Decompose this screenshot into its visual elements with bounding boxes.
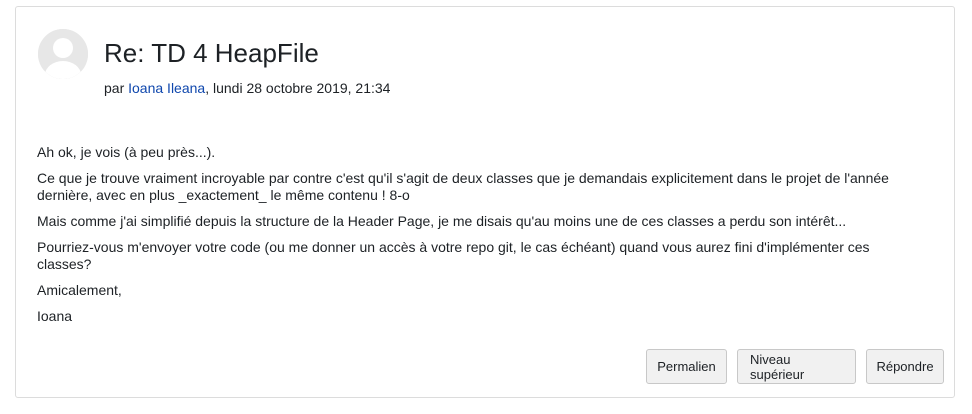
author-link[interactable]: Ioana Ileana xyxy=(128,80,205,96)
post-paragraph: Ioana xyxy=(37,308,73,324)
post-paragraph: Ah ok, je vois (à peu près...). xyxy=(37,144,216,160)
user-avatar-icon[interactable] xyxy=(38,29,88,79)
post-paragraph: Pourriez-vous m'envoyer votre code (ou m… xyxy=(37,239,870,272)
post-content: Ah ok, je vois (à peu près...). Ce que j… xyxy=(37,144,927,334)
forum-post: Re: TD 4 HeapFile par Ioana Ileana, lund… xyxy=(15,6,955,398)
post-date: , lundi 28 octobre 2019, 21:34 xyxy=(205,80,391,96)
post-paragraph: Ce que je trouve vraiment incroyable par… xyxy=(37,170,889,203)
post-byline: par Ioana Ileana, lundi 28 octobre 2019,… xyxy=(104,79,390,97)
post-paragraph: Mais comme j'ai simplifié depuis la stru… xyxy=(37,213,847,229)
post-paragraph: Amicalement, xyxy=(37,282,122,298)
byline-prefix: par xyxy=(104,80,129,96)
post-actions: Permalien Niveau supérieur Répondre xyxy=(646,349,944,384)
post-subject: Re: TD 4 HeapFile xyxy=(104,38,319,68)
reply-button[interactable]: Répondre xyxy=(866,349,944,384)
parent-button[interactable]: Niveau supérieur xyxy=(737,349,856,384)
permalink-button[interactable]: Permalien xyxy=(646,349,727,384)
